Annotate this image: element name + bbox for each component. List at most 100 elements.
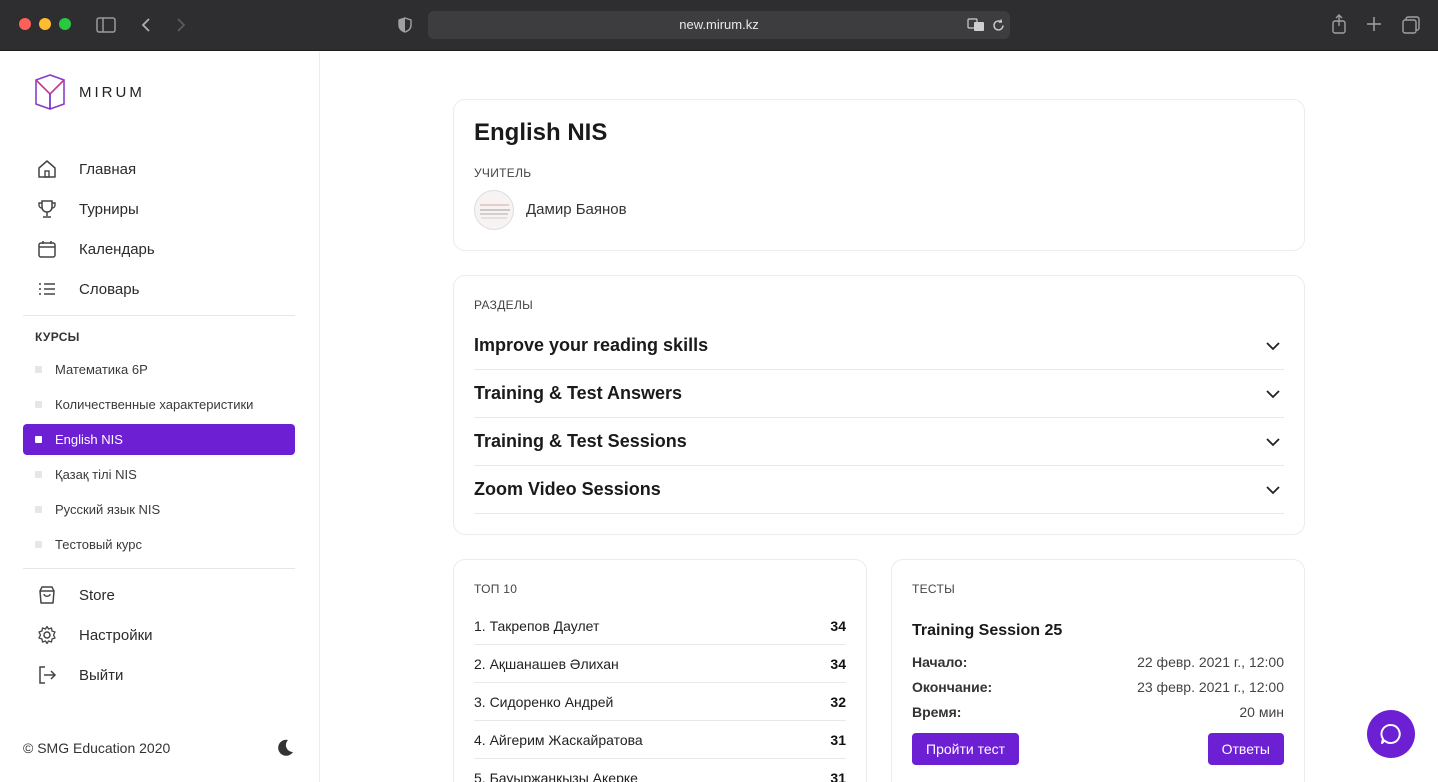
course-item-quantitative[interactable]: Количественные характеристики — [23, 389, 295, 420]
leaderboard-row: 2. Ақшанашев Әлихан 34 — [474, 645, 846, 683]
chevron-down-icon — [1266, 434, 1280, 452]
top10-label: ТОП 10 — [474, 582, 518, 596]
time-label: Время: — [912, 704, 962, 720]
course-dot — [35, 506, 42, 513]
start-value: 22 февр. 2021 г., 12:00 — [1137, 654, 1284, 670]
course-label: Количественные характеристики — [55, 397, 254, 412]
course-dot — [35, 541, 42, 548]
chat-button[interactable] — [1367, 710, 1415, 758]
minimize-window-button[interactable] — [39, 18, 51, 30]
forward-icon[interactable] — [173, 15, 189, 35]
section-title: Improve your reading skills — [474, 335, 709, 355]
new-tab-icon[interactable] — [1365, 15, 1383, 33]
zoom-window-button[interactable] — [59, 18, 71, 30]
section-row[interactable]: Training & Test Sessions — [474, 418, 1284, 466]
course-label: Қазақ тілі NIS — [55, 467, 137, 482]
student-name: 5. Бауыржанқызы Акерке — [474, 769, 638, 782]
section-row[interactable]: Zoom Video Sessions — [474, 466, 1284, 514]
start-label: Начало: — [912, 654, 968, 670]
tests-card: ТЕСТЫ Training Session 25 Начало: 22 фев… — [891, 559, 1305, 782]
time-value: 20 мин — [1239, 704, 1284, 720]
nav-settings[interactable]: Настройки — [35, 623, 153, 647]
take-test-button[interactable]: Пройти тест — [912, 733, 1020, 765]
course-dot — [35, 401, 42, 408]
address-bar[interactable]: new.mirum.kz — [428, 11, 1010, 39]
course-dot — [35, 436, 42, 443]
course-dot — [35, 471, 42, 478]
answers-button[interactable]: Ответы — [1207, 733, 1284, 765]
close-window-button[interactable] — [19, 18, 31, 30]
tests-label: ТЕСТЫ — [912, 582, 956, 596]
calendar-icon — [35, 237, 59, 261]
share-icon[interactable] — [1329, 13, 1349, 35]
leaderboard-row: 3. Сидоренко Андрей 32 — [474, 683, 846, 721]
nav-settings-label: Настройки — [79, 626, 153, 644]
course-item-test-course[interactable]: Тестовый курс — [23, 529, 295, 560]
leaderboard-row: 4. Айгерим Жаскайратова 31 — [474, 721, 846, 759]
student-name: 4. Айгерим Жаскайратова — [474, 731, 643, 748]
dark-mode-moon-icon[interactable] — [275, 738, 295, 763]
sections-card: РАЗДЕЛЫ Improve your reading skills Trai… — [453, 275, 1305, 535]
course-item-russian-nis[interactable]: Русский язык NIS — [23, 494, 295, 525]
nav-home[interactable]: Главная — [35, 157, 136, 181]
courses-heading: КУРСЫ — [35, 330, 80, 344]
gear-icon — [35, 623, 59, 647]
trophy-icon — [35, 197, 59, 221]
reload-icon[interactable] — [990, 17, 1006, 33]
nav-store-label: Store — [79, 586, 115, 604]
sidebar: MIRUM Главная Турниры Календарь Словарь … — [0, 52, 320, 782]
logo-text: MIRUM — [79, 83, 145, 101]
nav-logout[interactable]: Выйти — [35, 663, 123, 687]
tab-overview-icon[interactable] — [1401, 15, 1421, 35]
course-item-kazakh-nis[interactable]: Қазақ тілі NIS — [23, 459, 295, 490]
teacher-name: Дамир Баянов — [526, 201, 627, 218]
mirum-logo-icon — [35, 74, 65, 110]
course-item-english-nis[interactable]: English NIS — [23, 424, 295, 455]
copyright-text: © SMG Education 2020 — [23, 740, 171, 756]
section-row[interactable]: Improve your reading skills — [474, 322, 1284, 370]
nav-calendar-label: Календарь — [79, 240, 155, 258]
back-icon[interactable] — [138, 15, 154, 35]
student-score: 31 — [830, 731, 846, 748]
course-label: Тестовый курс — [55, 537, 143, 552]
chat-bubble-icon — [1380, 724, 1401, 744]
section-title: Zoom Video Sessions — [474, 479, 661, 499]
mirum-logo[interactable]: MIRUM — [33, 74, 145, 110]
nav-dictionary-label: Словарь — [79, 280, 140, 298]
chevron-down-icon — [1266, 338, 1280, 356]
student-score: 34 — [830, 617, 846, 634]
leaderboard-row: 5. Бауыржанқызы Акерке 31 — [474, 759, 846, 782]
nav-store[interactable]: Store — [35, 583, 115, 607]
leaderboard-row: 1. Такрепов Даулет 34 — [474, 607, 846, 645]
nav-logout-label: Выйти — [79, 666, 124, 684]
test-start-row: Начало: 22 февр. 2021 г., 12:00 — [912, 654, 1284, 670]
nav-dictionary[interactable]: Словарь — [35, 277, 139, 301]
sidebar-toggle-icon[interactable] — [95, 15, 117, 35]
top10-card: ТОП 10 1. Такрепов Даулет 34 2. Ақшанаше… — [453, 559, 867, 782]
nav-calendar[interactable]: Календарь — [35, 237, 155, 261]
student-name: 3. Сидоренко Андрей — [474, 693, 614, 710]
sections-label: РАЗДЕЛЫ — [474, 298, 534, 312]
end-label: Окончание: — [912, 679, 993, 695]
privacy-shield-icon[interactable] — [396, 15, 414, 35]
chevron-down-icon — [1266, 482, 1280, 500]
nav-tournaments[interactable]: Турниры — [35, 197, 139, 221]
course-header-card: English NIS УЧИТЕЛЬ Дамир Баянов — [453, 99, 1305, 251]
course-label: Математика 6Р — [55, 362, 148, 377]
course-title: English NIS — [474, 119, 608, 146]
browser-toolbar: new.mirum.kz — [0, 0, 1438, 51]
sidebar-divider — [23, 568, 295, 569]
logout-icon — [35, 663, 59, 687]
translate-icon[interactable] — [966, 17, 986, 33]
chevron-down-icon — [1266, 386, 1280, 404]
student-score: 31 — [830, 769, 846, 782]
sidebar-divider — [23, 315, 295, 316]
test-time-row: Время: 20 мин — [912, 704, 1284, 720]
course-label: Русский язык NIS — [55, 502, 161, 517]
teacher-avatar — [474, 190, 514, 230]
course-item-math[interactable]: Математика 6Р — [23, 354, 295, 385]
section-row[interactable]: Training & Test Answers — [474, 370, 1284, 418]
student-score: 32 — [830, 693, 846, 710]
teacher-label: УЧИТЕЛЬ — [474, 166, 532, 180]
section-title: Training & Test Answers — [474, 383, 683, 403]
